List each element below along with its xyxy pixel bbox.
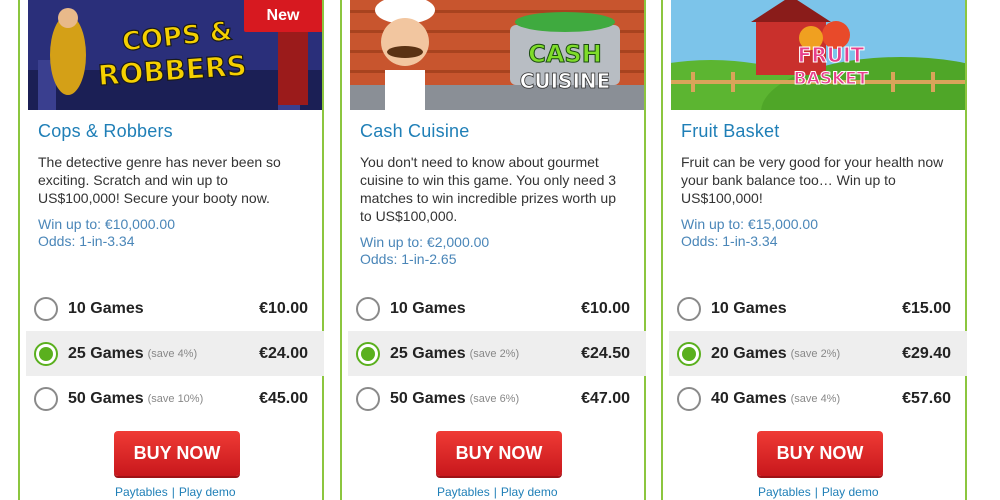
game-banner-image[interactable]: FRUIT BASKET — [671, 0, 965, 110]
buy-now-button[interactable]: BUY NOW — [436, 431, 562, 476]
svg-text:BASKET: BASKET — [794, 69, 869, 89]
option-label: 25 Games — [390, 344, 466, 362]
game-description: You don't need to know about gourmet cui… — [360, 154, 617, 224]
game-description: Fruit can be very good for your health n… — [681, 154, 944, 206]
radio-button[interactable] — [34, 386, 58, 411]
paytables-link[interactable]: Paytables — [115, 485, 168, 499]
option-label: 50 Games — [390, 389, 466, 407]
option-price: €10.00 — [259, 299, 308, 317]
game-banner-image[interactable]: COPS & ROBBERS New — [28, 0, 322, 110]
odds-text: Odds: 1-in-3.34 — [681, 233, 778, 249]
option-price: €29.40 — [902, 344, 951, 362]
card-links: Paytables | Play demo — [758, 485, 879, 499]
paytables-link[interactable]: Paytables — [758, 485, 811, 499]
radio-button-selected[interactable] — [356, 341, 380, 366]
odds-text: Odds: 1-in-3.34 — [38, 233, 135, 249]
option-price: €47.00 — [581, 389, 630, 407]
radio-button[interactable] — [356, 296, 380, 321]
option-price: €24.00 — [259, 344, 308, 362]
svg-text:FRUIT: FRUIT — [798, 43, 865, 67]
option-label: 25 Games — [68, 344, 144, 362]
game-banner-image[interactable]: CASH CUISINE — [350, 0, 644, 110]
game-title[interactable]: Fruit Basket — [681, 121, 779, 142]
radio-button[interactable] — [34, 296, 58, 321]
play-demo-link[interactable]: Play demo — [179, 485, 236, 499]
option-row[interactable]: 10 Games €10.00 — [26, 286, 324, 331]
option-row-selected[interactable]: 25 Games (save 4%) €24.00 — [26, 331, 324, 376]
game-title[interactable]: Cash Cuisine — [360, 121, 469, 142]
svg-text:CASH: CASH — [528, 40, 602, 68]
paytables-link[interactable]: Paytables — [437, 485, 490, 499]
win-amount: Win up to: €2,000.00 — [360, 234, 490, 250]
option-price: €24.50 — [581, 344, 630, 362]
radio-button-selected[interactable] — [34, 341, 58, 366]
buy-now-button[interactable]: BUY NOW — [114, 431, 240, 476]
radio-button[interactable] — [677, 386, 701, 411]
option-label: 40 Games — [711, 389, 787, 407]
option-savings: (save 4%) — [147, 347, 198, 360]
win-amount: Win up to: €10,000.00 — [38, 216, 175, 232]
option-label: 10 Games — [68, 299, 144, 317]
option-savings: (save 10%) — [147, 392, 204, 405]
option-savings: (save 6%) — [469, 392, 520, 405]
game-card-cops-robbers: COPS & ROBBERS New Cops & Robbers The de… — [18, 0, 324, 500]
game-card-fruit-basket: FRUIT BASKET Fruit Basket Fruit can be v… — [661, 0, 967, 500]
radio-button-selected[interactable] — [677, 341, 701, 366]
option-label: 10 Games — [390, 299, 466, 317]
option-price: €45.00 — [259, 389, 308, 407]
win-amount: Win up to: €15,000.00 — [681, 216, 818, 232]
option-label: 10 Games — [711, 299, 787, 317]
option-row-selected[interactable]: 25 Games (save 2%) €24.50 — [348, 331, 646, 376]
option-row-selected[interactable]: 20 Games (save 2%) €29.40 — [669, 331, 967, 376]
option-label: 20 Games — [711, 344, 787, 362]
option-savings: (save 2%) — [790, 347, 841, 360]
option-row[interactable]: 10 Games €10.00 — [348, 286, 646, 331]
new-badge: New — [244, 0, 322, 32]
option-price: €15.00 — [902, 299, 951, 317]
odds-text: Odds: 1-in-2.65 — [360, 251, 457, 267]
option-savings: (save 4%) — [790, 392, 841, 405]
game-description: The detective genre has never been so ex… — [38, 154, 281, 206]
play-demo-link[interactable]: Play demo — [501, 485, 558, 499]
radio-button[interactable] — [356, 386, 380, 411]
option-price: €10.00 — [581, 299, 630, 317]
play-demo-link[interactable]: Play demo — [822, 485, 879, 499]
option-row[interactable]: 40 Games (save 4%) €57.60 — [669, 376, 967, 421]
option-price: €57.60 — [902, 389, 951, 407]
buy-now-button[interactable]: BUY NOW — [757, 431, 883, 476]
option-row[interactable]: 50 Games (save 6%) €47.00 — [348, 376, 646, 421]
svg-text:CUISINE: CUISINE — [520, 69, 611, 93]
option-row[interactable]: 50 Games (save 10%) €45.00 — [26, 376, 324, 421]
game-title[interactable]: Cops & Robbers — [38, 121, 173, 142]
option-label: 50 Games — [68, 389, 144, 407]
game-card-cash-cuisine: CASH CUISINE Cash Cuisine You don't need… — [340, 0, 646, 500]
radio-button[interactable] — [677, 296, 701, 321]
card-links: Paytables | Play demo — [115, 485, 236, 499]
option-row[interactable]: 10 Games €15.00 — [669, 286, 967, 331]
card-links: Paytables | Play demo — [437, 485, 558, 499]
option-savings: (save 2%) — [469, 347, 520, 360]
